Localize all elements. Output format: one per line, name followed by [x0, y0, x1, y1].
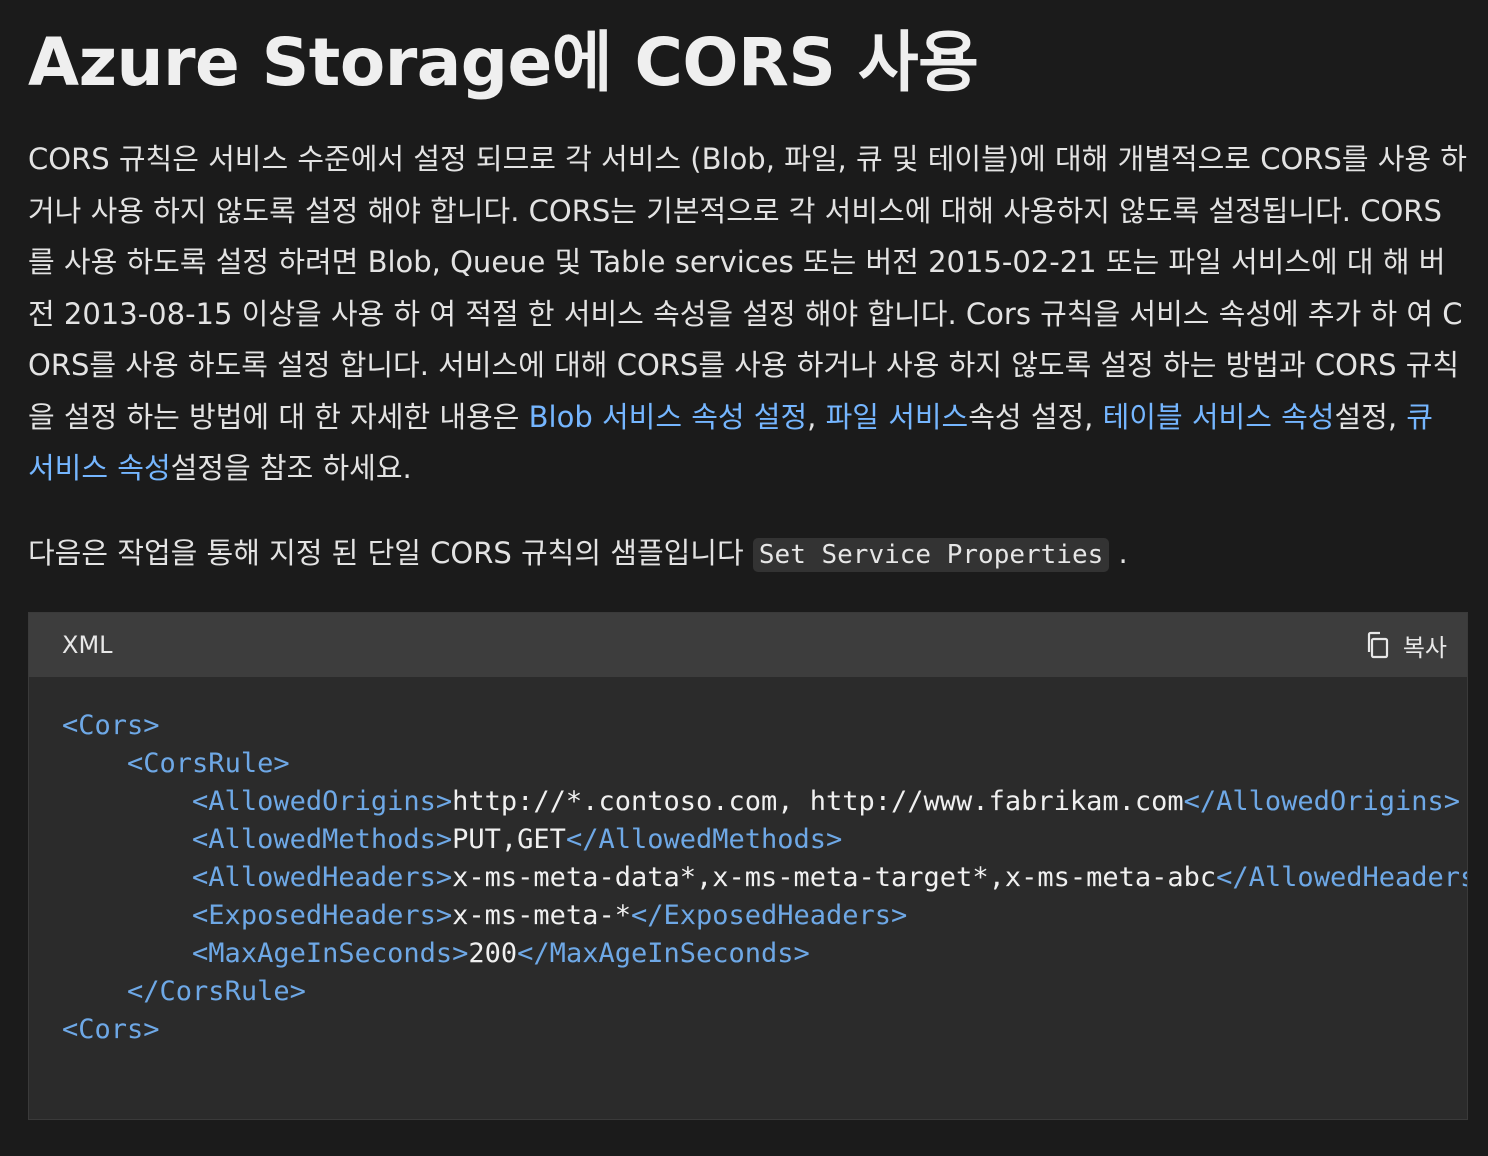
code-tag-open: <ExposedHeaders>	[192, 900, 453, 931]
intro-text: CORS 규칙은 서비스 수준에서 설정 되므로 각 서비스 (Blob, 파일…	[28, 142, 1467, 434]
code-tag-open: <Cors>	[62, 1014, 160, 1045]
code-value: x-ms-meta-data*,x-ms-meta-target*,x-ms-m…	[452, 862, 1217, 893]
copy-button[interactable]: 복사	[1365, 628, 1447, 663]
code-line: </CorsRule>	[62, 973, 1467, 1011]
sample-text: 다음은 작업을 통해 지정 된 단일 CORS 규칙의 샘플입니다	[28, 536, 753, 570]
intro-text: 속성 설정,	[968, 399, 1103, 434]
intro-text: 설정을 참조 하세요.	[170, 451, 412, 485]
code-value: http://*.contoso.com, http://www.fabrika…	[452, 786, 1184, 817]
code-tag-open: <AllowedMethods>	[192, 824, 453, 855]
code-tag-close: </ExposedHeaders>	[630, 900, 908, 931]
code-line: <CorsRule>	[62, 745, 1467, 783]
code-header: XML 복사	[29, 613, 1467, 677]
code-tag-close: </AllowedHeaders>	[1216, 862, 1468, 893]
code-tag-open: <AllowedOrigins>	[192, 786, 453, 817]
code-content: <Cors> <CorsRule> <AllowedOrigins>http:/…	[29, 677, 1467, 1049]
code-line: <AllowedMethods>PUT,GET</AllowedMethods>	[62, 821, 1467, 859]
table-service-properties-link[interactable]: 테이블 서비스 속성	[1103, 400, 1335, 434]
code-line: <AllowedHeaders>x-ms-meta-data*,x-ms-met…	[62, 859, 1467, 897]
code-line: <Cors>	[62, 707, 1467, 745]
code-tag-close: </AllowedMethods>	[565, 824, 843, 855]
separator-text: ,	[807, 399, 826, 434]
code-tag-close: </MaxAgeInSeconds>	[517, 938, 810, 969]
code-value: x-ms-meta-*	[452, 900, 631, 931]
copy-icon	[1365, 631, 1391, 659]
code-tag-close: </AllowedOrigins>	[1183, 786, 1460, 817]
code-line: <AllowedOrigins>http://*.contoso.com, ht…	[62, 783, 1467, 821]
code-tag-open: <AllowedHeaders>	[192, 862, 453, 893]
copy-label: 복사	[1402, 633, 1447, 662]
page-title: Azure Storage에 CORS 사용	[28, 24, 979, 101]
inline-code: Set Service Properties	[752, 538, 1110, 572]
code-value: 200	[468, 938, 518, 969]
code-language-label: XML	[62, 631, 113, 659]
file-service-link[interactable]: 파일 서비스	[826, 400, 969, 434]
code-tag-open: <CorsRule>	[127, 748, 290, 779]
sample-suffix: .	[1109, 536, 1128, 570]
code-line: <MaxAgeInSeconds>200</MaxAgeInSeconds>	[62, 935, 1467, 973]
code-tag-open: </CorsRule>	[127, 976, 306, 1007]
code-line: <ExposedHeaders>x-ms-meta-*</ExposedHead…	[62, 897, 1467, 935]
intro-text: 설정,	[1334, 399, 1407, 434]
code-tag-open: <Cors>	[62, 710, 160, 741]
code-line: <Cors>	[62, 1011, 1467, 1049]
sample-description: 다음은 작업을 통해 지정 된 단일 CORS 규칙의 샘플입니다 Set Se…	[28, 525, 1128, 583]
code-tag-open: <MaxAgeInSeconds>	[192, 938, 469, 969]
code-value: PUT,GET	[452, 824, 566, 855]
blob-service-properties-link[interactable]: Blob 서비스 속성 설정	[529, 400, 808, 434]
intro-paragraph: CORS 규칙은 서비스 수준에서 설정 되므로 각 서비스 (Blob, 파일…	[28, 134, 1468, 495]
code-block: XML 복사 <Cors> <CorsRule> <AllowedOrigins…	[28, 612, 1468, 1120]
